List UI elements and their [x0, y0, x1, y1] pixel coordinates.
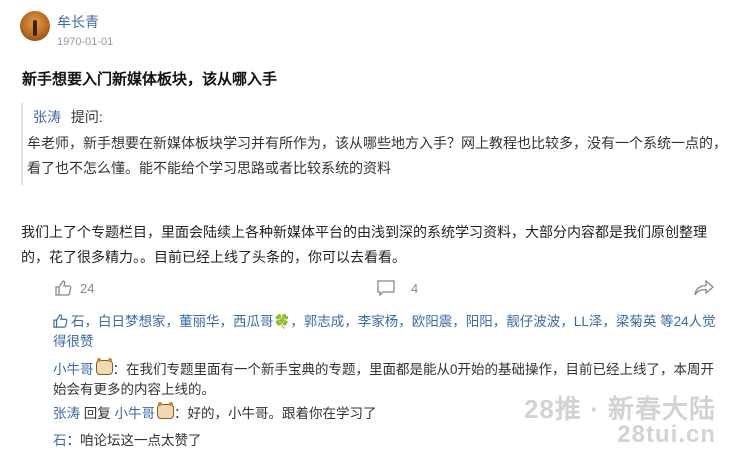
site-watermark: 28推 · 新春大陆 28tui.cn	[524, 396, 716, 448]
thumbs-up-icon	[53, 314, 68, 328]
comment-icon	[377, 280, 395, 296]
cow-badge-icon	[157, 402, 175, 419]
watermark-line1: 28推 · 新春大陆	[523, 394, 716, 424]
comment-item: 张涛 回复 小牛哥 ：好的，小牛哥。跟着你在学习了	[53, 402, 377, 424]
comment-user[interactable]: 石	[53, 433, 67, 448]
like-button[interactable]: 24	[55, 280, 94, 296]
share-button[interactable]	[694, 280, 722, 296]
asker-name[interactable]: 张涛	[33, 109, 61, 125]
like-count: 24	[80, 280, 95, 296]
liker-names-2[interactable]: ，郭志成，李家杨，欧阳震，阳阳，靓仔波波，LL泽，梁菊英	[290, 314, 656, 329]
action-bar: 24 4	[0, 280, 746, 302]
comment-item: 石：咱论坛这一点太赞了	[53, 431, 202, 451]
answer-body: 我们上了个专题栏目，里面会陆续上各种新媒体平台的由浅到深的系统学习资料，大部分内…	[21, 224, 707, 265]
likers-list: 石，白日梦想家，董丽华，西瓜哥🍀，郭志成，李家杨，欧阳震，阳阳，靓仔波波，LL泽…	[53, 312, 723, 352]
clover-icon: 🍀	[273, 314, 291, 329]
liker-names[interactable]: 石，白日梦想家，董丽华，西瓜哥	[71, 314, 274, 329]
comment-count: 4	[411, 280, 419, 296]
question-body: 牟老师，新手想要在新媒体板块学习并有所作为，该从哪些地方入手？网上教程也比较多，…	[27, 135, 727, 176]
reply-word: 回复	[83, 406, 111, 421]
comment-user[interactable]: 张涛	[53, 406, 80, 421]
comment-user[interactable]: 小牛哥	[53, 362, 94, 377]
question-label: 提问:	[70, 109, 103, 125]
thumbs-up-icon	[55, 280, 72, 296]
comment-text: ：好的，小牛哥。跟着你在学习了	[174, 406, 377, 421]
comment-text: ：咱论坛这一点太赞了	[66, 433, 202, 448]
watermark-line2: 28tui.cn	[617, 421, 716, 448]
question-quote: 张涛 提问: 牟老师，新手想要在新媒体板块学习并有所作为，该从哪些地方入手？网上…	[21, 103, 728, 185]
author-avatar[interactable]	[20, 11, 50, 41]
comment-button[interactable]: 4	[377, 280, 418, 296]
author-name[interactable]: 牟长青	[57, 12, 99, 32]
cow-badge-icon	[95, 358, 113, 375]
post-title: 新手想要入门新媒体板块，该从哪入手	[22, 71, 278, 88]
reply-to-user[interactable]: 小牛哥	[115, 406, 156, 421]
comment-text: ：在我们专题里面有一个新手宝典的专题，里面都是能从0开始的基础操作，目前已经上线…	[53, 362, 715, 397]
share-icon	[694, 280, 714, 296]
post-date: 1970-01-01	[57, 36, 114, 48]
